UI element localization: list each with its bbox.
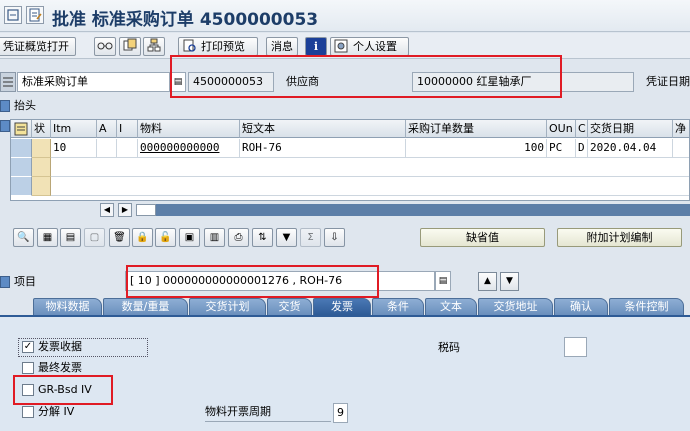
expand-header-icon[interactable] [0, 100, 10, 112]
scroll-right-icon[interactable]: ▶ [118, 203, 132, 217]
item-dropdown-icon[interactable]: ▤ [435, 271, 451, 291]
tab-invoice[interactable]: 发票 [313, 298, 371, 315]
items-table: 状 Itm A I 物料 短文本 采购订单数量 OUn C 交货日期 净 10 … [10, 119, 690, 201]
tab-condition-control[interactable]: 条件控制 [609, 298, 684, 315]
scroll-thumb[interactable] [136, 204, 156, 216]
details-icon[interactable]: 🔍 [13, 228, 34, 247]
table-row-c[interactable]: D [576, 139, 588, 158]
col-delivery-date[interactable]: 交货日期 [588, 120, 673, 138]
invoice-receipt-label: 发票收据 [38, 340, 82, 353]
col-item[interactable]: Itm [51, 120, 97, 138]
tab-delivery-address[interactable]: 交货地址 [478, 298, 553, 315]
messages-button[interactable]: 消息 [266, 37, 298, 56]
item-label: 项目 [14, 275, 36, 288]
table-row-material[interactable]: 000000000000 [138, 139, 240, 158]
row-selector[interactable] [11, 177, 32, 196]
status-cell [32, 158, 51, 177]
default-values-button[interactable]: 缺省值 [420, 228, 545, 247]
personal-settings-label: 个人设置 [353, 40, 397, 53]
final-invoice-checkbox[interactable] [22, 362, 34, 374]
hierarchy-icon[interactable] [143, 37, 165, 56]
highlight-item-box [126, 265, 379, 298]
unlock-icon[interactable]: 🔓 [155, 228, 176, 247]
col-po-qty[interactable]: 采购订单数量 [406, 120, 547, 138]
tab-material-data[interactable]: 物料数据 [33, 298, 102, 315]
tab-conditions[interactable]: 条件 [372, 298, 424, 315]
col-status[interactable]: 状 [32, 120, 51, 138]
scroll-track[interactable] [136, 204, 690, 216]
additional-planning-button[interactable]: 附加计划编制 [557, 228, 682, 247]
back-icon[interactable] [4, 6, 22, 24]
row-selector[interactable] [11, 139, 32, 158]
voucher-overview-button[interactable]: 凭证概览打开 [0, 37, 76, 56]
next-item-icon[interactable]: ▼ [500, 272, 519, 291]
status-cell [32, 177, 51, 196]
col-material[interactable]: 物料 [138, 120, 240, 138]
horizontal-scrollbar[interactable]: ◀ ▶ [100, 203, 690, 217]
copy-icon[interactable] [119, 37, 141, 56]
material-cycle-label: 物料开票周期 [205, 403, 331, 422]
highlight-gr-box [13, 375, 113, 405]
table-row-short-text[interactable]: ROH-76 [240, 139, 406, 158]
copy-row-icon[interactable]: ▢ [84, 228, 105, 247]
table-row[interactable] [51, 158, 689, 177]
highlight-header-box [170, 55, 562, 98]
table-row-a[interactable] [97, 139, 117, 158]
split-iv-label: 分解 IV [38, 405, 75, 418]
deselect-icon[interactable]: ▤ [60, 228, 81, 247]
page-title: 批准 标准采购订单 4500000053 [52, 10, 319, 30]
edit-doc-icon[interactable] [26, 6, 44, 24]
tax-code-field[interactable] [564, 337, 587, 357]
status-cell [32, 139, 51, 158]
col-a[interactable]: A [97, 120, 117, 138]
split-iv-checkbox[interactable] [22, 406, 34, 418]
print-icon[interactable]: ⎙ [228, 228, 249, 247]
print-preview-label: 打印预览 [201, 40, 245, 53]
col-short-text[interactable]: 短文本 [240, 120, 406, 138]
tab-delivery-schedule[interactable]: 交货计划 [189, 298, 266, 315]
delete-icon[interactable]: 🗑 [109, 228, 130, 247]
table-row-net[interactable] [673, 139, 689, 158]
tax-code-label: 税码 [438, 341, 460, 354]
title-bar: 批准 标准采购订单 4500000053 [0, 0, 690, 32]
info-icon[interactable]: i [305, 37, 327, 56]
table-row-oun[interactable]: PC [547, 139, 576, 158]
table-row-date[interactable]: 2020.04.04 [588, 139, 673, 158]
print-preview-button[interactable]: 打印预览 [178, 37, 258, 56]
col-c[interactable]: C [576, 120, 588, 138]
grid-icon[interactable]: ▥ [204, 228, 225, 247]
doc-date-label: 凭证日期 [646, 75, 690, 88]
doc-type-icon[interactable] [0, 72, 16, 92]
row-selector[interactable] [11, 158, 32, 177]
collapse-item-icon[interactable] [0, 276, 10, 288]
personal-settings-button[interactable]: 个人设置 [330, 37, 409, 56]
header-section-label: 抬头 [14, 99, 36, 112]
col-oun[interactable]: OUn [547, 120, 576, 138]
table-row-item[interactable]: 10 [51, 139, 97, 158]
tab-texts[interactable]: 文本 [425, 298, 477, 315]
block-icon[interactable]: ▣ [179, 228, 200, 247]
tab-quantity-weight[interactable]: 数量/重量 [103, 298, 188, 315]
scroll-left-icon[interactable]: ◀ [100, 203, 114, 217]
tab-confirmations[interactable]: 确认 [554, 298, 608, 315]
glasses-icon[interactable] [94, 37, 116, 56]
sum-icon[interactable]: Σ [300, 228, 321, 247]
table-settings-icon[interactable] [11, 120, 32, 138]
invoice-receipt-checkbox[interactable]: ✓ [22, 341, 34, 353]
select-all-icon[interactable]: ▦ [37, 228, 58, 247]
lock-icon[interactable]: 🔒 [132, 228, 153, 247]
material-cycle-field[interactable]: 9 [333, 403, 348, 423]
filter-icon[interactable]: ▼ [276, 228, 297, 247]
previous-item-icon[interactable]: ▲ [478, 272, 497, 291]
col-i[interactable]: I [117, 120, 138, 138]
table-row[interactable] [51, 177, 689, 196]
sort-icon[interactable]: ⇅ [252, 228, 273, 247]
col-net[interactable]: 净 [673, 120, 689, 138]
table-row-i[interactable] [117, 139, 138, 158]
tab-delivery[interactable]: 交货 [267, 298, 312, 315]
table-row-qty[interactable]: 100 [406, 139, 547, 158]
export-icon[interactable]: ⇩ [324, 228, 345, 247]
order-type-field[interactable]: 标准采购订单 [17, 72, 170, 92]
expand-items-icon[interactable] [0, 120, 10, 132]
